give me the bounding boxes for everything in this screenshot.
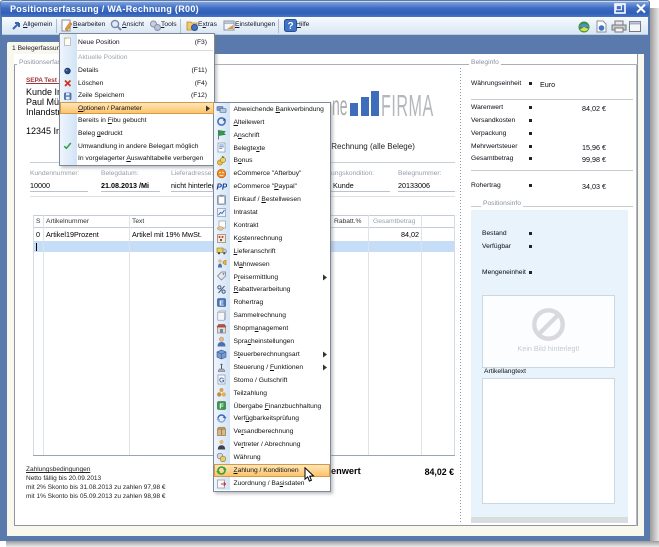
svg-text:E: E — [219, 300, 224, 307]
svg-text:PP: PP — [216, 182, 227, 191]
svg-text:G: G — [219, 378, 225, 385]
svg-text:F: F — [219, 403, 224, 410]
svg-text:?: ? — [287, 21, 293, 32]
